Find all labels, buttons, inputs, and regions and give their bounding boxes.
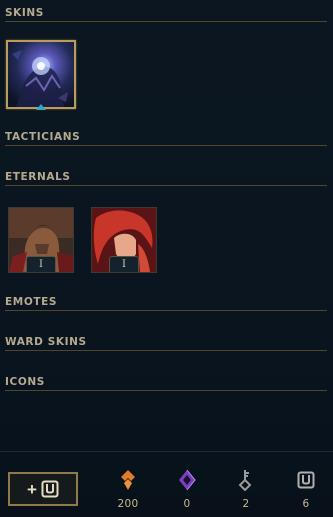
selected-indicator-icon [36, 104, 46, 110]
icons-header[interactable]: ICONS [5, 376, 327, 391]
eternal-tile[interactable]: I [91, 207, 157, 273]
skins-header: SKINS [5, 7, 327, 22]
footer-divider [0, 451, 333, 452]
eternals-title: ETERNALS [5, 171, 71, 183]
ward-skins-title: WARD SKINS [5, 336, 87, 348]
loot-chest-icon [41, 480, 59, 498]
skins-title: SKINS [5, 7, 44, 19]
emotes-title: EMOTES [5, 296, 58, 308]
chest-icon [297, 471, 315, 489]
eternals-header[interactable]: ETERNALS [5, 171, 327, 186]
skin-artwork [8, 42, 74, 107]
key-counter: 2 [226, 468, 266, 510]
tacticians-title: TACTICIANS [5, 131, 81, 143]
mythic-essence-amount: 0 [183, 498, 191, 510]
ward-skins-header[interactable]: WARD SKINS [5, 336, 327, 351]
eternal-tile[interactable]: I [8, 207, 74, 273]
emotes-header[interactable]: EMOTES [5, 296, 327, 311]
mythic-essence-counter: 0 [167, 468, 207, 510]
orange-essence-counter: 200 [108, 468, 148, 510]
skin-tile[interactable] [6, 40, 76, 109]
orange-essence-icon [121, 470, 135, 490]
chest-amount: 6 [302, 498, 310, 510]
eternal-badge: I [26, 256, 56, 272]
add-loot-button[interactable]: + [8, 472, 78, 506]
tacticians-header[interactable]: TACTICIANS [5, 131, 327, 146]
plus-icon: + [27, 479, 37, 499]
eternal-badge: I [109, 256, 139, 272]
key-icon [238, 470, 252, 491]
orange-essence-amount: 200 [117, 498, 139, 510]
key-amount: 2 [242, 498, 250, 510]
icons-title: ICONS [5, 376, 45, 388]
mythic-essence-icon [179, 469, 196, 491]
chest-counter: 6 [286, 468, 326, 510]
